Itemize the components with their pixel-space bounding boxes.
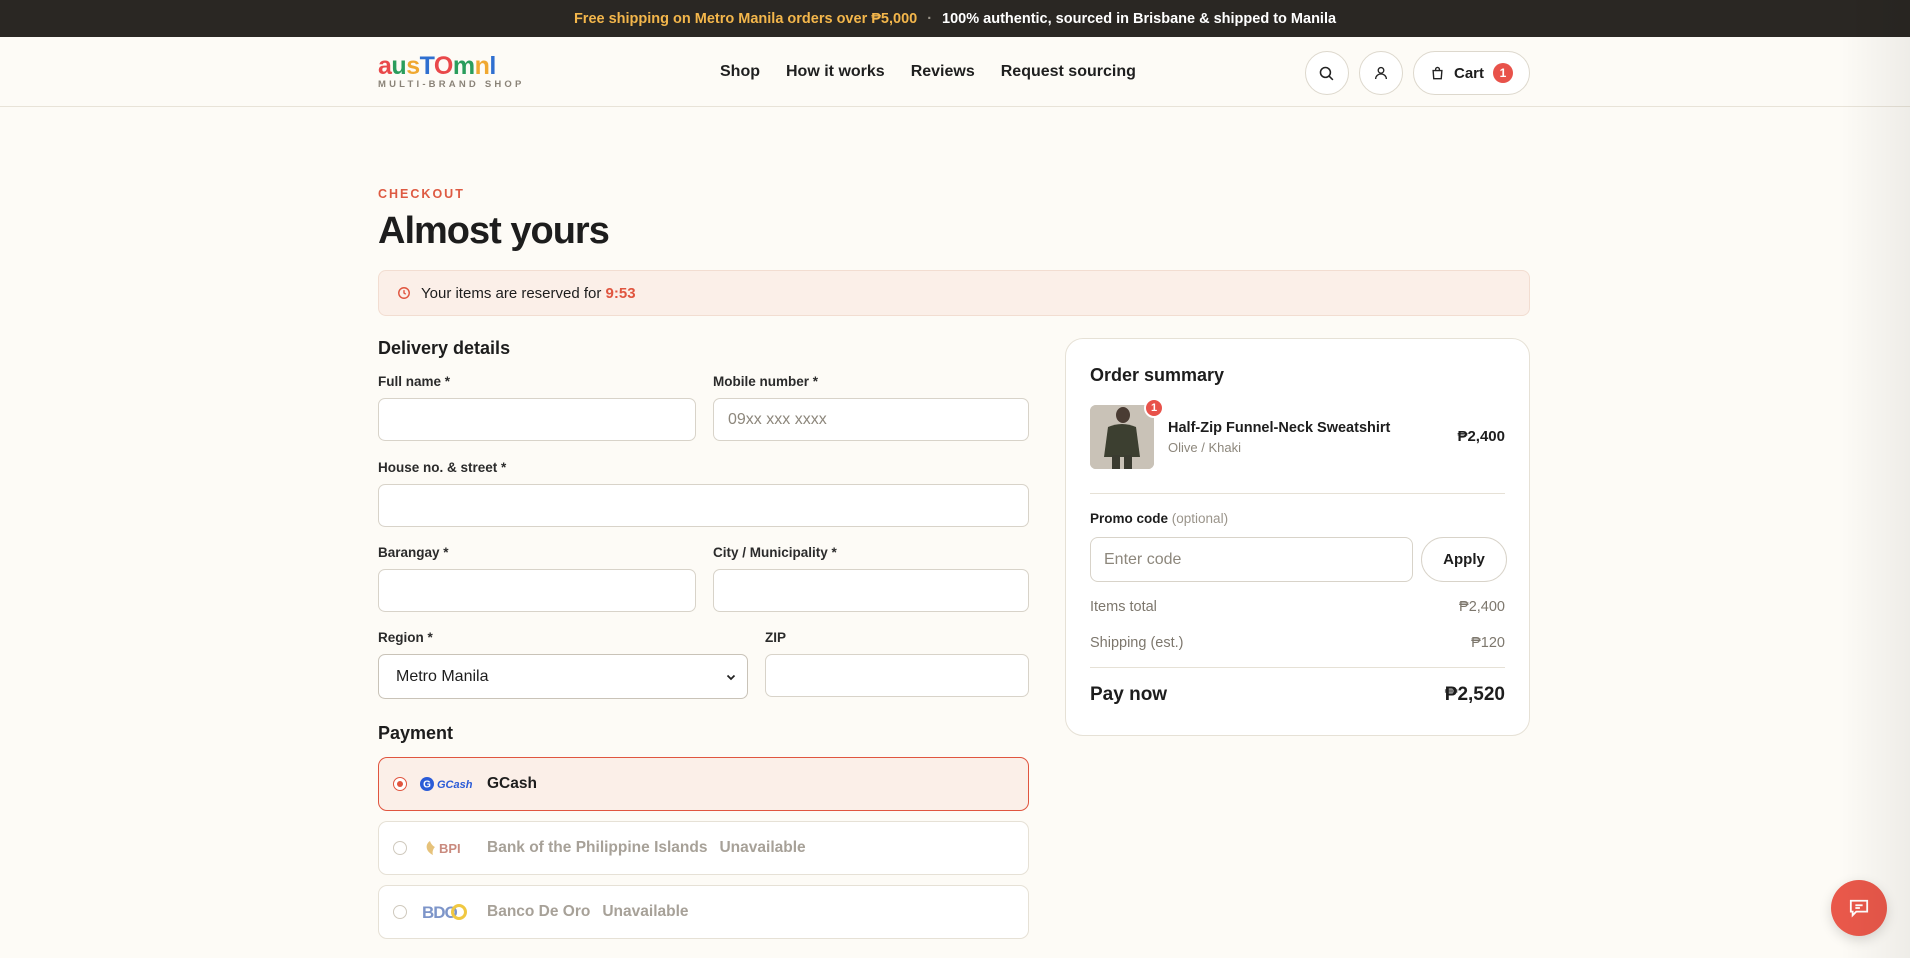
shopping-bag-icon xyxy=(1432,66,1443,80)
user-icon xyxy=(1374,66,1387,80)
item-name: Half-Zip Funnel-Neck Sweatshirt xyxy=(1168,420,1391,436)
chat-icon xyxy=(1849,899,1869,918)
nav-shop[interactable]: Shop xyxy=(720,63,760,81)
zip-input[interactable] xyxy=(765,654,1029,697)
mobile-input[interactable] xyxy=(713,398,1029,441)
total-divider xyxy=(1090,667,1505,668)
main-nav: Shop How it works Reviews Request sourci… xyxy=(720,37,1136,107)
reservation-text: Your items are reserved for 9:53 xyxy=(421,284,636,302)
summary-divider xyxy=(1090,493,1505,494)
account-button[interactable] xyxy=(1358,51,1403,95)
region-value: Metro Manila xyxy=(396,667,489,685)
announcement-separator: · xyxy=(927,10,933,27)
bpi-radio[interactable] xyxy=(393,841,407,855)
delivery-title: Delivery details xyxy=(378,338,511,358)
logo[interactable]: ausTOmnl MULTI-BRAND SHOP xyxy=(378,52,525,91)
bpi-name: Bank of the Philippine Islands xyxy=(487,839,708,856)
payment-option-bpi[interactable]: BPI Bank of the Philippine Islands Unava… xyxy=(378,821,1029,875)
cart-button[interactable]: Cart 1 xyxy=(1412,51,1530,95)
bpi-status: Unavailable xyxy=(719,839,806,856)
promo-optional: (optional) xyxy=(1171,511,1229,526)
logo-tagline: MULTI-BRAND SHOP xyxy=(378,79,525,90)
items-total-value: ₱2,400 xyxy=(1459,599,1505,615)
page-title: Almost yours xyxy=(378,210,610,252)
promo-code-input[interactable] xyxy=(1090,537,1413,582)
announcement-highlight: Free shipping on Metro Manila orders ove… xyxy=(573,10,918,27)
item-variant: Olive / Khaki xyxy=(1168,440,1241,455)
payment-option-gcash[interactable]: G GCash GCash xyxy=(378,757,1029,811)
clock-icon xyxy=(398,287,410,299)
checkout-eyebrow: CHECKOUT xyxy=(378,187,465,201)
chevron-down-icon xyxy=(726,674,736,680)
mobile-label: Mobile number * xyxy=(713,374,819,389)
site-header: ausTOmnl MULTI-BRAND SHOP Shop How it wo… xyxy=(0,37,1910,107)
pay-now-label: Pay now xyxy=(1090,684,1168,705)
items-total-label: Items total xyxy=(1090,599,1157,615)
full-name-label: Full name * xyxy=(378,374,451,389)
bdo-logo: BDO xyxy=(419,901,475,923)
promo-label: Promo code (optional) xyxy=(1090,511,1229,526)
bpi-logo: BPI xyxy=(419,837,475,859)
payment-title: Payment xyxy=(378,723,454,743)
street-input[interactable] xyxy=(378,484,1029,527)
logo-wordmark: ausTOmnl xyxy=(378,52,496,80)
svg-text:G: G xyxy=(423,780,431,791)
street-label: House no. & street * xyxy=(378,460,507,475)
cart-count-badge: 1 xyxy=(1493,63,1513,83)
bdo-status: Unavailable xyxy=(602,903,689,920)
barangay-label: Barangay * xyxy=(378,545,449,560)
payment-option-bdo[interactable]: BDO Banco De Oro Unavailable xyxy=(378,885,1029,939)
city-label: City / Municipality * xyxy=(713,545,837,560)
product-thumbnail xyxy=(1090,405,1154,469)
pay-now-value: ₱2,520 xyxy=(1444,684,1505,705)
region-label: Region * xyxy=(378,630,433,645)
nav-how-it-works[interactable]: How it works xyxy=(786,63,885,81)
item-price: ₱2,400 xyxy=(1457,428,1505,445)
chat-button[interactable] xyxy=(1831,880,1887,936)
cart-label: Cart xyxy=(1453,64,1484,82)
item-qty-badge: 1 xyxy=(1144,398,1164,418)
reservation-banner: Your items are reserved for 9:53 xyxy=(378,270,1530,316)
gcash-name: GCash xyxy=(487,775,537,792)
zip-label: ZIP xyxy=(765,630,787,645)
shipping-value: ₱120 xyxy=(1471,635,1505,651)
page-edge-shade xyxy=(1840,0,1910,958)
nav-reviews[interactable]: Reviews xyxy=(911,63,975,81)
region-select[interactable]: Metro Manila xyxy=(378,654,748,699)
bdo-radio[interactable] xyxy=(393,905,407,919)
barangay-input[interactable] xyxy=(378,569,696,612)
bdo-name: Banco De Oro xyxy=(487,903,591,920)
city-input[interactable] xyxy=(713,569,1029,612)
gcash-logo: G GCash xyxy=(419,773,475,795)
search-icon xyxy=(1320,66,1334,80)
announcement-message: 100% authentic, sourced in Brisbane & sh… xyxy=(942,10,1337,27)
apply-promo-button[interactable]: Apply xyxy=(1421,537,1507,582)
full-name-input[interactable] xyxy=(378,398,696,441)
search-button[interactable] xyxy=(1304,51,1349,95)
announcement-bar: Free shipping on Metro Manila orders ove… xyxy=(0,0,1910,37)
order-summary: Order summary 1 Half-Zip Funnel-Neck Swe… xyxy=(1065,338,1530,736)
svg-text:BPI: BPI xyxy=(439,841,461,856)
order-summary-title: Order summary xyxy=(1090,365,1225,385)
svg-text:GCash: GCash xyxy=(437,779,473,791)
gcash-radio[interactable] xyxy=(393,777,407,791)
shipping-label: Shipping (est.) xyxy=(1090,635,1184,651)
header-actions: Cart 1 xyxy=(1304,51,1530,95)
reservation-timer: 9:53 xyxy=(605,284,636,302)
nav-request-sourcing[interactable]: Request sourcing xyxy=(1001,63,1136,81)
